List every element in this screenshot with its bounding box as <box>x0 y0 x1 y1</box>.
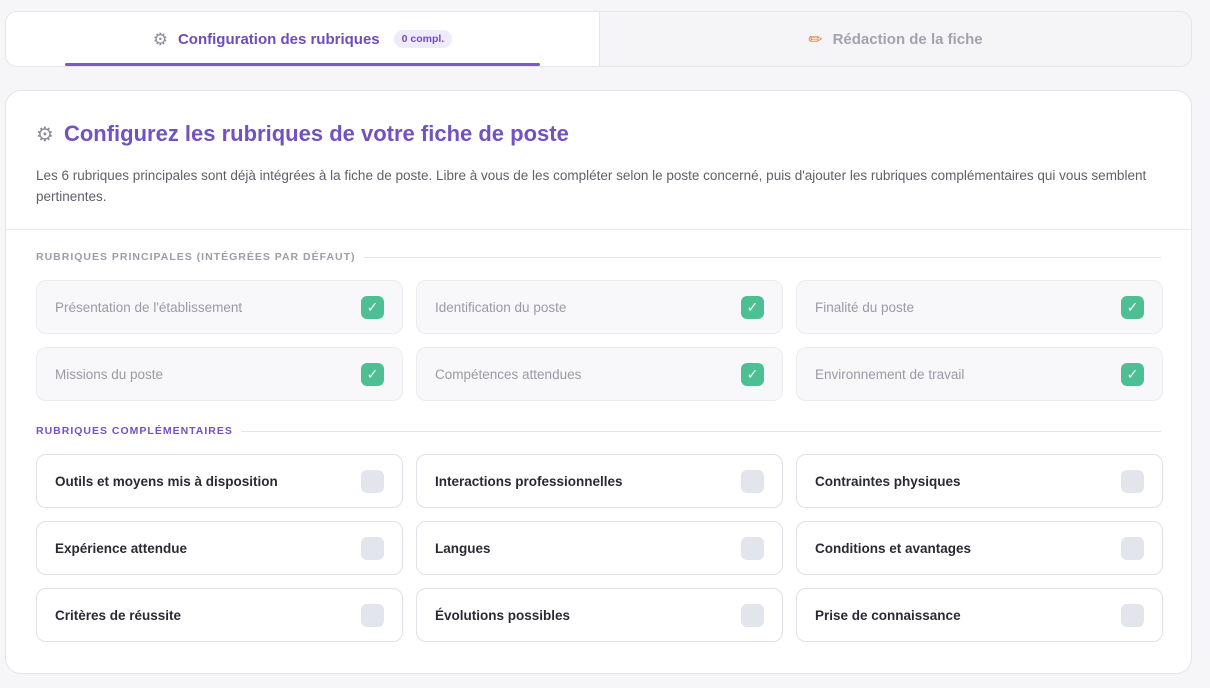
checkbox-checked-icon[interactable]: ✓ <box>1121 362 1144 386</box>
extra-item-label: Interactions professionnelles <box>435 473 623 489</box>
extra-item[interactable]: Langues <box>416 521 783 575</box>
checkbox-unchecked[interactable] <box>741 536 764 560</box>
pencil-icon: ✏ <box>808 29 823 49</box>
tab-redaction[interactable]: ✏ Rédaction de la fiche <box>599 12 1191 66</box>
main-item-label: Compétences attendues <box>435 366 582 382</box>
card-header: ⚙ Configurez les rubriques de votre fich… <box>6 91 1191 230</box>
divider <box>363 256 1161 258</box>
main-item-label: Identification du poste <box>435 299 567 315</box>
checkbox-unchecked[interactable] <box>741 469 764 493</box>
main-item-label: Présentation de l'établissement <box>55 299 243 315</box>
tab-redaction-label: Rédaction de la fiche <box>832 30 983 48</box>
section-main-label: RUBRIQUES PRINCIPALES (INTÉGRÉES PAR DÉF… <box>36 251 356 263</box>
extra-item-label: Langues <box>435 540 491 556</box>
active-tab-indicator <box>65 63 540 66</box>
extra-item[interactable]: Expérience attendue <box>36 521 403 575</box>
extra-item[interactable]: Critères de réussite <box>36 588 403 642</box>
checkbox-checked-icon[interactable]: ✓ <box>361 295 384 319</box>
checkbox-checked-icon[interactable]: ✓ <box>741 362 764 386</box>
main-item[interactable]: Missions du poste ✓ <box>36 347 403 401</box>
completion-badge: 0 compl. <box>393 30 453 48</box>
tab-configuration-label: Configuration des rubriques <box>177 30 380 48</box>
section-extra-label: RUBRIQUES COMPLÉMENTAIRES <box>36 425 233 437</box>
main-item[interactable]: Identification du poste ✓ <box>416 280 783 334</box>
extra-item[interactable]: Interactions professionnelles <box>416 454 783 508</box>
page-title-text: Configurez les rubriques de votre fiche … <box>63 121 569 146</box>
extra-item[interactable]: Évolutions possibles <box>416 588 783 642</box>
checkbox-unchecked[interactable] <box>1121 603 1144 627</box>
checkbox-unchecked[interactable] <box>361 603 384 627</box>
extra-item-label: Contraintes physiques <box>815 473 961 489</box>
extra-item-label: Prise de connaissance <box>815 607 961 623</box>
extra-items-grid: Outils et moyens mis à disposition Inter… <box>36 454 1163 642</box>
extra-item[interactable]: Contraintes physiques <box>796 454 1163 508</box>
main-item[interactable]: Compétences attendues ✓ <box>416 347 783 401</box>
main-item-label: Environnement de travail <box>815 366 965 382</box>
page-description: Les 6 rubriques principales sont déjà in… <box>36 168 1147 204</box>
section-extra-heading: RUBRIQUES COMPLÉMENTAIRES <box>36 425 1161 437</box>
checkbox-checked-icon[interactable]: ✓ <box>1121 295 1144 319</box>
section-main-heading: RUBRIQUES PRINCIPALES (INTÉGRÉES PAR DÉF… <box>36 251 1161 263</box>
extra-item[interactable]: Prise de connaissance <box>796 588 1163 642</box>
checkbox-unchecked[interactable] <box>361 469 384 493</box>
extra-item-label: Conditions et avantages <box>815 540 972 556</box>
extra-item-label: Outils et moyens mis à disposition <box>55 473 278 489</box>
gear-icon: ⚙ <box>36 123 54 146</box>
checkbox-checked-icon[interactable]: ✓ <box>741 295 764 319</box>
extra-item-label: Expérience attendue <box>55 540 188 556</box>
extra-item-label: Critères de réussite <box>55 607 182 623</box>
gear-icon: ⚙ <box>152 29 168 49</box>
page-title: ⚙ Configurez les rubriques de votre fich… <box>36 121 1161 147</box>
checkbox-unchecked[interactable] <box>1121 469 1144 493</box>
main-items-grid: Présentation de l'établissement ✓ Identif… <box>36 280 1163 401</box>
main-item-label: Finalité du poste <box>815 299 915 315</box>
checkbox-unchecked[interactable] <box>1121 536 1144 560</box>
main-item[interactable]: Présentation de l'établissement ✓ <box>36 280 403 334</box>
extra-item[interactable]: Outils et moyens mis à disposition <box>36 454 403 508</box>
config-card: ⚙ Configurez les rubriques de votre fich… <box>5 90 1192 674</box>
main-item-label: Missions du poste <box>55 366 164 382</box>
divider <box>240 430 1161 432</box>
checkbox-unchecked[interactable] <box>361 536 384 560</box>
checkbox-checked-icon[interactable]: ✓ <box>361 362 384 386</box>
tab-configuration[interactable]: ⚙ Configuration des rubriques 0 compl. <box>6 12 599 66</box>
extra-item-label: Évolutions possibles <box>435 607 571 623</box>
tab-bar: ⚙ Configuration des rubriques 0 compl. ✏… <box>5 11 1192 67</box>
main-item[interactable]: Finalité du poste ✓ <box>796 280 1163 334</box>
main-item[interactable]: Environnement de travail ✓ <box>796 347 1163 401</box>
checkbox-unchecked[interactable] <box>741 603 764 627</box>
extra-item[interactable]: Conditions et avantages <box>796 521 1163 575</box>
